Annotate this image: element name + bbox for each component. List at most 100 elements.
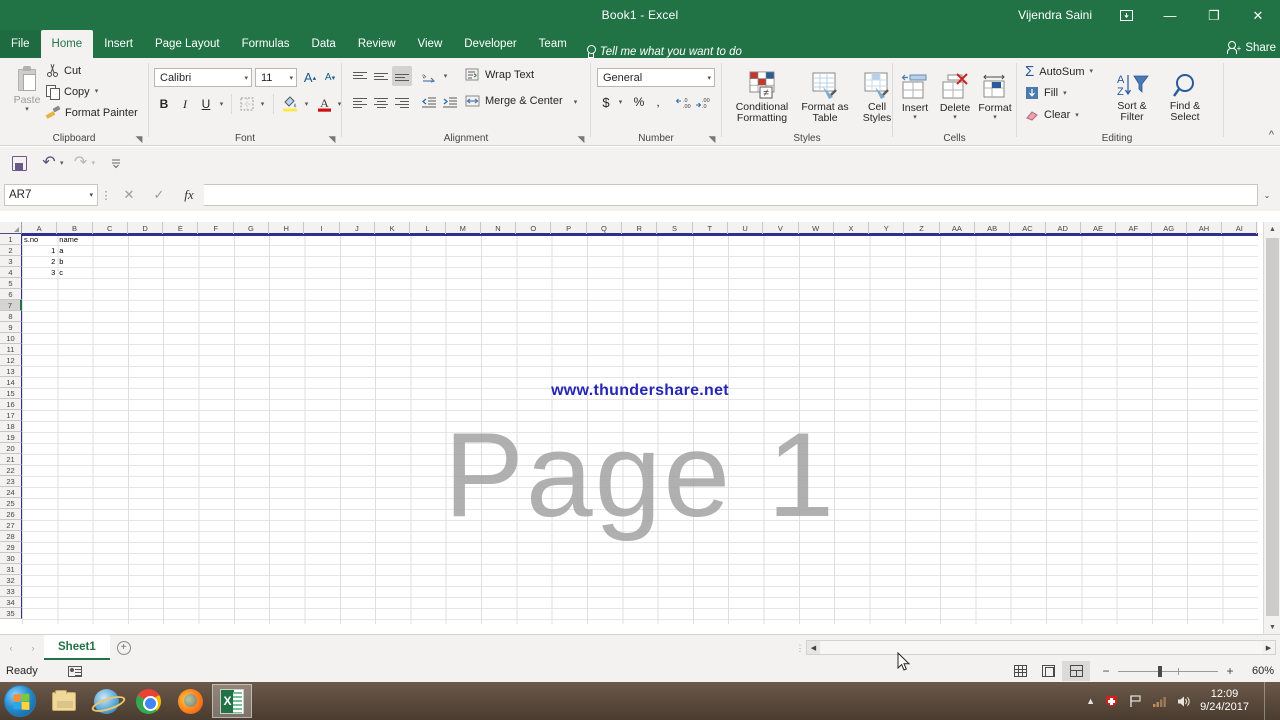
horizontal-scroll-thumb[interactable]: [820, 641, 1262, 654]
clipboard-dialog-launcher[interactable]: ◥: [134, 134, 144, 144]
column-header-C[interactable]: C: [93, 222, 128, 234]
tab-view[interactable]: View: [407, 30, 454, 58]
cell-A3[interactable]: 2: [22, 256, 57, 267]
delete-cells-dropdown-icon[interactable]: ▾: [953, 114, 957, 121]
taskbar-internet-explorer[interactable]: [86, 684, 126, 718]
zoom-slider[interactable]: [1118, 665, 1218, 677]
column-header-I[interactable]: I: [304, 222, 340, 234]
row-header-15[interactable]: 15: [0, 388, 22, 399]
row-header-31[interactable]: 31: [0, 564, 22, 575]
tab-review[interactable]: Review: [347, 30, 407, 58]
row-header-22[interactable]: 22: [0, 465, 22, 476]
cell-A2[interactable]: 1: [22, 245, 57, 256]
format-as-table-button[interactable]: Format as Table: [798, 64, 852, 130]
redo-dropdown-icon[interactable]: ▾: [92, 159, 96, 167]
vertical-scrollbar[interactable]: ▲ ▼: [1263, 222, 1280, 634]
tab-developer[interactable]: Developer: [453, 30, 527, 58]
action-center-flag-icon[interactable]: [1128, 694, 1143, 709]
cancel-entry-button[interactable]: ✕: [114, 184, 144, 206]
row-header-19[interactable]: 19: [0, 432, 22, 443]
tab-data[interactable]: Data: [301, 30, 347, 58]
row-header-33[interactable]: 33: [0, 586, 22, 597]
start-button[interactable]: [4, 685, 36, 717]
row-header-27[interactable]: 27: [0, 520, 22, 531]
find-select-button[interactable]: Find & Select: [1159, 64, 1211, 130]
table-row[interactable]: s.no name: [22, 234, 93, 245]
zoom-out-button[interactable]: −: [1100, 664, 1112, 678]
underline-dropdown-icon[interactable]: ▾: [216, 94, 227, 114]
cell-A4[interactable]: 3: [22, 267, 57, 278]
row-header-18[interactable]: 18: [0, 421, 22, 432]
formula-input[interactable]: [204, 184, 1258, 206]
column-header-AB[interactable]: AB: [975, 222, 1011, 234]
table-row[interactable]: 2b: [22, 256, 93, 267]
delete-cells-button[interactable]: Delete ▾: [935, 64, 975, 130]
normal-view-button[interactable]: [1006, 661, 1034, 681]
clear-dropdown-icon[interactable]: ▾: [1075, 112, 1079, 119]
column-header-L[interactable]: L: [410, 222, 446, 234]
italic-button[interactable]: I: [175, 94, 195, 114]
increase-decimal-button[interactable]: .0.00: [673, 92, 693, 112]
row-header-10[interactable]: 10: [0, 333, 22, 344]
row-header-9[interactable]: 9: [0, 322, 22, 333]
row-header-24[interactable]: 24: [0, 487, 22, 498]
tab-home[interactable]: Home: [40, 30, 94, 58]
wrap-text-button[interactable]: Wrap Text: [465, 68, 534, 82]
decrease-font-size-button[interactable]: A ▾: [320, 67, 340, 88]
row-header-8[interactable]: 8: [0, 311, 22, 322]
sort-filter-button[interactable]: A Z Sort & Filter: [1107, 64, 1157, 130]
column-header-M[interactable]: M: [446, 222, 481, 234]
column-header-Q[interactable]: Q: [587, 222, 623, 234]
minimize-button[interactable]: —: [1148, 0, 1192, 30]
fill-color-button[interactable]: [279, 92, 301, 114]
column-header-T[interactable]: T: [693, 222, 728, 234]
borders-dropdown-icon[interactable]: ▾: [257, 94, 268, 114]
column-header-AH[interactable]: AH: [1187, 222, 1223, 234]
number-format-combo[interactable]: General ▾: [597, 68, 715, 87]
copy-button[interactable]: Copy ▾: [46, 85, 98, 100]
column-header-N[interactable]: N: [481, 222, 517, 234]
format-cells-dropdown-icon[interactable]: ▾: [993, 114, 997, 121]
borders-button[interactable]: [237, 94, 257, 114]
autosum-button[interactable]: Σ AutoSum ▾: [1025, 64, 1093, 79]
taskbar-google-chrome[interactable]: [128, 684, 168, 718]
cell-A1[interactable]: s.no: [22, 234, 57, 245]
row-header-23[interactable]: 23: [0, 476, 22, 487]
font-size-combo[interactable]: 11 ▾: [255, 68, 297, 87]
column-header-AD[interactable]: AD: [1046, 222, 1081, 234]
align-left-button[interactable]: [350, 92, 370, 112]
column-header-AF[interactable]: AF: [1116, 222, 1152, 234]
antivirus-icon[interactable]: [1104, 694, 1119, 709]
increase-indent-button[interactable]: [439, 92, 460, 112]
column-header-A[interactable]: A: [22, 222, 58, 234]
column-header-H[interactable]: H: [269, 222, 305, 234]
customize-qat-button[interactable]: [103, 151, 129, 175]
tab-insert[interactable]: Insert: [93, 30, 144, 58]
enter-entry-button[interactable]: ✓: [144, 184, 174, 206]
align-center-button[interactable]: [371, 92, 391, 112]
insert-function-button[interactable]: fx: [174, 184, 204, 206]
vertical-scroll-thumb[interactable]: [1266, 238, 1279, 616]
row-header-21[interactable]: 21: [0, 454, 22, 465]
row-header-7[interactable]: 7: [0, 300, 22, 311]
column-header-O[interactable]: O: [516, 222, 552, 234]
tab-file[interactable]: File: [0, 30, 41, 58]
column-header-Z[interactable]: Z: [904, 222, 940, 234]
merge-center-button[interactable]: Merge & Center: [465, 94, 563, 108]
insert-cells-dropdown-icon[interactable]: ▾: [913, 114, 917, 121]
paste-dropdown-icon[interactable]: ▾: [25, 106, 29, 113]
column-header-G[interactable]: G: [234, 222, 270, 234]
taskbar-clock[interactable]: 12:09 9/24/2017: [1200, 688, 1255, 714]
autosum-dropdown-icon[interactable]: ▾: [1090, 68, 1094, 75]
tell-me-search[interactable]: Tell me what you want to do: [586, 45, 742, 58]
decrease-indent-button[interactable]: [418, 92, 439, 112]
column-header-AE[interactable]: AE: [1081, 222, 1117, 234]
row-header-11[interactable]: 11: [0, 344, 22, 355]
volume-icon[interactable]: [1176, 694, 1191, 709]
column-header-AC[interactable]: AC: [1010, 222, 1046, 234]
tab-team[interactable]: Team: [528, 30, 578, 58]
tab-page-layout[interactable]: Page Layout: [144, 30, 231, 58]
network-icon[interactable]: [1152, 694, 1167, 709]
column-header-W[interactable]: W: [799, 222, 834, 234]
ribbon-display-options-icon[interactable]: [1104, 0, 1148, 30]
